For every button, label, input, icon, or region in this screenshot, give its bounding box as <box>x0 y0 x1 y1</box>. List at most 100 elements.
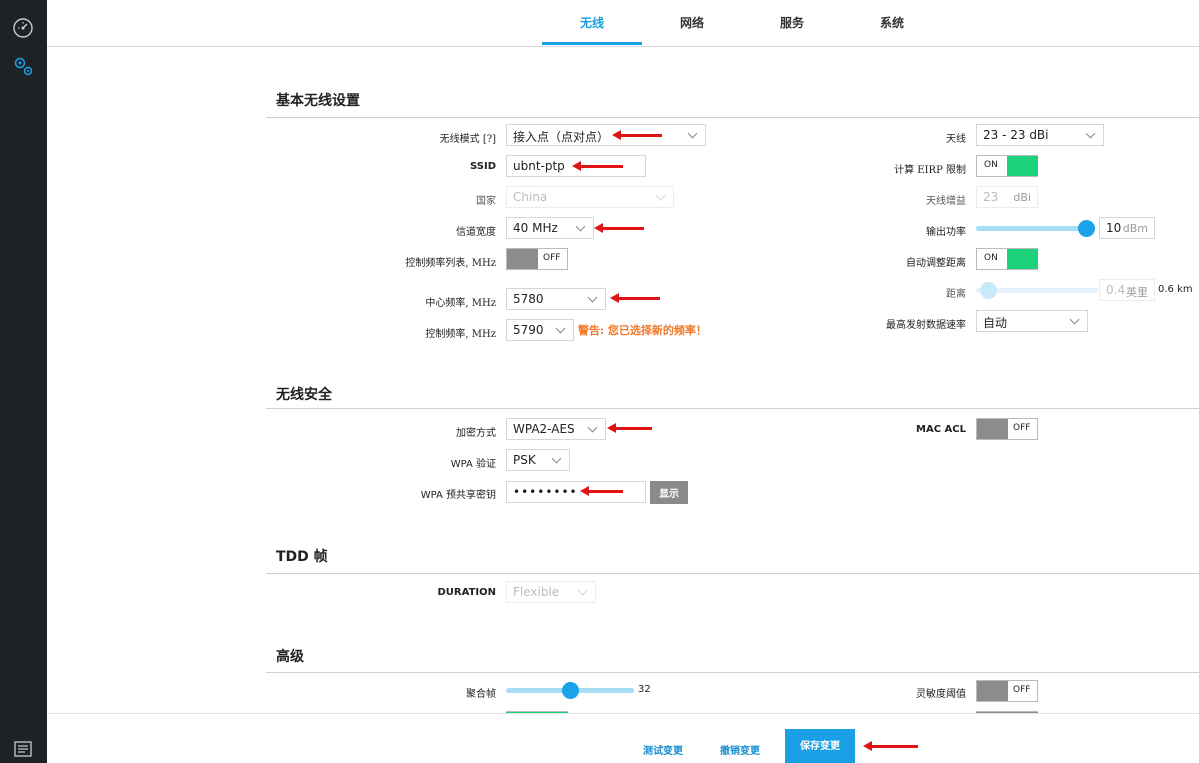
chevron-down-icon <box>587 422 598 433</box>
test-changes-link[interactable]: 测试变更 <box>643 742 683 757</box>
log-icon[interactable] <box>12 741 34 757</box>
section-divider <box>266 117 1199 118</box>
chevron-down-icon <box>555 323 566 334</box>
chevron-down-icon <box>587 292 598 303</box>
center-freq-select[interactable]: 5780 <box>506 288 606 310</box>
center-freq-value: 5780 <box>513 292 544 306</box>
toggle-state: OFF <box>1013 423 1031 433</box>
encryption-label: 加密方式 <box>456 428 496 439</box>
sidebar <box>0 0 47 763</box>
discard-changes-link[interactable]: 撤销变更 <box>720 742 760 757</box>
ctrl-freq-list-toggle[interactable]: OFF <box>506 248 568 270</box>
max-rate-value: 自动 <box>983 316 1008 330</box>
chevron-down-icon <box>575 221 586 232</box>
channel-width-value: 40 MHz <box>513 221 558 235</box>
auto-distance-toggle[interactable]: ON <box>976 248 1038 270</box>
output-power-slider-thumb[interactable] <box>1078 220 1095 237</box>
settings-gears-icon[interactable] <box>12 55 34 77</box>
distance-unit: 英里 <box>1126 286 1148 299</box>
antenna-label: 天线 <box>946 134 966 145</box>
auto-distance-label: 自动调整距离 <box>906 258 966 269</box>
tab-system[interactable]: 系统 <box>842 14 942 31</box>
psk-input[interactable]: •••••••• <box>506 481 646 503</box>
section-title-tdd: TDD 帧 <box>276 549 328 565</box>
antenna-value: 23 - 23 dBi <box>983 128 1049 142</box>
ctrl-freq-label: 控制频率, MHz <box>425 329 496 340</box>
antenna-gain-unit: dBi <box>1013 191 1031 204</box>
chevron-down-icon <box>551 453 562 464</box>
annotation-arrow <box>607 423 652 433</box>
eirp-label: 计算 EIRP 限制 <box>894 165 966 176</box>
wpa-auth-label: WPA 验证 <box>450 459 496 470</box>
duration-label: DURATION <box>437 587 497 598</box>
output-power-label: 输出功率 <box>926 227 966 238</box>
footer-bar: 测试变更 撤销变更 保存变更 <box>47 713 1199 763</box>
chevron-down-icon <box>655 190 666 201</box>
chevron-down-icon <box>577 585 588 596</box>
section-divider <box>266 408 1199 409</box>
distance-value: 0.4 <box>1106 283 1126 297</box>
distance-label: 距离 <box>946 289 966 300</box>
annotation-arrow <box>610 293 660 303</box>
tab-wireless[interactable]: 无线 <box>542 14 642 31</box>
wpa-auth-value: PSK <box>513 453 536 467</box>
output-power-value: 10 <box>1106 221 1122 235</box>
antenna-gain-value: 23 <box>983 190 999 204</box>
ssid-label: SSID <box>470 161 496 172</box>
show-password-button[interactable]: 显示 <box>650 481 688 504</box>
eirp-toggle[interactable]: ON <box>976 155 1038 177</box>
psk-label: WPA 预共享密钥 <box>420 490 496 501</box>
sensitivity-label: 灵敏度阈值 <box>916 689 966 700</box>
antenna-select[interactable]: 23 - 23 dBi <box>976 124 1104 146</box>
ctrl-freq-select[interactable]: 5790 <box>506 319 574 341</box>
output-power-slider[interactable] <box>976 226 1088 231</box>
output-power-input[interactable]: 10 dBm <box>1099 217 1155 239</box>
ctrl-freq-value: 5790 <box>513 323 544 337</box>
country-select: China <box>506 186 674 208</box>
aggregation-value: 32 <box>638 684 651 695</box>
active-tab-indicator <box>542 42 642 45</box>
channel-width-label: 信道宽度 <box>456 227 496 238</box>
frequency-warning: 警告: 您已选择新的频率！ <box>578 324 707 337</box>
annotation-arrow <box>594 223 644 233</box>
antenna-gain-label: 天线增益 <box>926 196 966 207</box>
save-changes-button[interactable]: 保存变更 <box>785 729 855 763</box>
wireless-mode-value: 接入点（点对点） <box>513 130 610 144</box>
country-label: 国家 <box>476 196 496 207</box>
toggle-knob <box>507 249 538 269</box>
wpa-auth-select[interactable]: PSK <box>506 449 570 471</box>
annotation-arrow <box>572 161 623 171</box>
mac-acl-toggle[interactable]: OFF <box>976 418 1038 440</box>
dashboard-icon[interactable] <box>12 17 34 39</box>
ctrl-freq-list-label: 控制频率列表, MHz <box>405 258 496 269</box>
duration-value: Flexible <box>513 585 560 599</box>
annotation-arrow <box>612 130 662 140</box>
toggle-state: ON <box>984 253 998 263</box>
aggregation-slider-thumb[interactable] <box>562 682 579 699</box>
max-rate-select[interactable]: 自动 <box>976 310 1088 332</box>
sensitivity-toggle[interactable]: OFF <box>976 680 1038 702</box>
chevron-down-icon <box>1085 128 1096 139</box>
mac-acl-label: MAC ACL <box>916 424 966 435</box>
section-title-advanced: 高级 <box>276 649 304 665</box>
distance-km: 0.6 km <box>1158 284 1193 295</box>
section-title-security: 无线安全 <box>276 387 332 403</box>
aggregation-label: 聚合帧 <box>466 689 496 700</box>
duration-select: Flexible <box>506 581 596 603</box>
toggle-state: OFF <box>1013 685 1031 695</box>
psk-value: •••••••• <box>513 485 578 499</box>
channel-width-select[interactable]: 40 MHz <box>506 217 594 239</box>
toggle-knob <box>977 681 1008 701</box>
tab-network[interactable]: 网络 <box>642 14 742 31</box>
chevron-down-icon <box>1069 314 1080 325</box>
encryption-select[interactable]: WPA2-AES <box>506 418 606 440</box>
ssid-value: ubnt-ptp <box>513 159 565 173</box>
annotation-arrow <box>863 741 918 751</box>
encryption-value: WPA2-AES <box>513 422 575 436</box>
toggle-state: OFF <box>543 253 561 263</box>
section-title-basic: 基本无线设置 <box>276 93 360 109</box>
tab-services[interactable]: 服务 <box>742 14 842 31</box>
toggle-knob <box>1007 249 1038 269</box>
wireless-mode-select[interactable]: 接入点（点对点） <box>506 124 706 146</box>
toggle-knob <box>1007 156 1038 176</box>
